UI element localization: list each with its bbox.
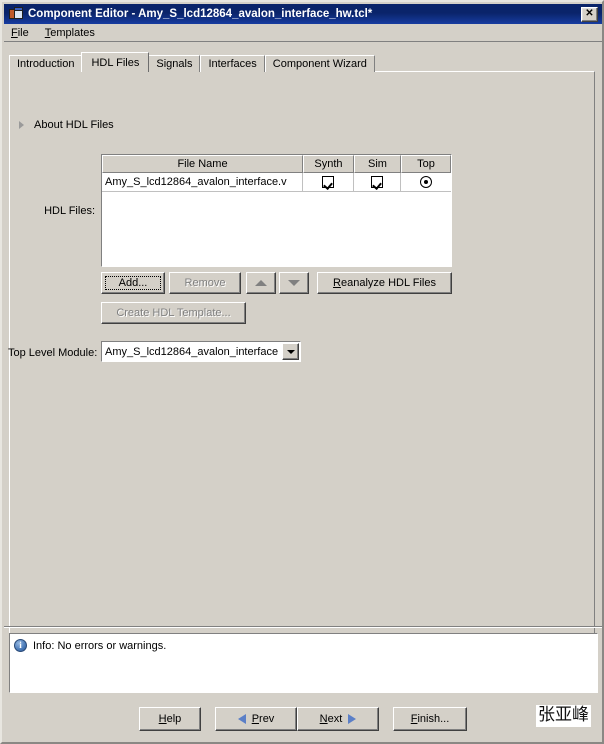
prev-rest: rev xyxy=(259,713,275,725)
tab-introduction-label: Introduction xyxy=(17,58,75,70)
table-row[interactable]: Amy_S_lcd12864_avalon_interface.v xyxy=(102,173,451,192)
tab-interfaces[interactable]: Interfaces xyxy=(200,55,265,72)
tab-signals-label: Signals xyxy=(156,58,193,70)
cell-synth[interactable] xyxy=(303,173,354,192)
tab-hdl-files-label: HDL Files xyxy=(91,56,140,69)
hdl-files-label: HDL Files: xyxy=(44,205,95,217)
console-message-row: i Info: No errors or warnings. xyxy=(14,639,593,652)
triangle-right-icon xyxy=(19,121,24,129)
arrow-left-icon xyxy=(237,714,246,724)
prev-button[interactable]: Prev xyxy=(215,707,297,731)
menu-item-templates[interactable]: Templates xyxy=(45,27,95,39)
column-header-synth[interactable]: Synth xyxy=(303,155,354,173)
create-hdl-template-button[interactable]: Create HDL Template... xyxy=(101,302,246,324)
menu-file-rest: ile xyxy=(17,26,29,39)
hdl-files-table[interactable]: File Name Synth Sim Top Amy_S_lcd12864_a… xyxy=(101,154,452,267)
tab-interfaces-label: Interfaces xyxy=(208,58,257,70)
column-header-top[interactable]: Top xyxy=(401,155,451,173)
close-icon[interactable]: ✕ xyxy=(581,6,598,22)
create-hdl-template-label: Create HDL Template... xyxy=(116,307,231,319)
tab-component-wizard[interactable]: Component Wizard xyxy=(264,55,375,72)
cell-top[interactable] xyxy=(401,173,451,192)
divider xyxy=(4,626,602,628)
cell-sim[interactable] xyxy=(354,173,401,192)
finish-button[interactable]: Finish... xyxy=(393,707,467,731)
move-down-button[interactable] xyxy=(279,272,309,294)
menu-templates-rest: emplates xyxy=(50,26,95,39)
table-header-row: File Name Synth Sim Top xyxy=(102,155,451,173)
focus-ring xyxy=(105,276,161,290)
component-editor-icon xyxy=(9,7,23,21)
top-level-module-value: Amy_S_lcd12864_avalon_interface xyxy=(105,345,279,358)
prev-mnemonic: P xyxy=(251,713,260,725)
reanalyze-rest: eanalyze HDL Files xyxy=(340,277,436,289)
move-up-button[interactable] xyxy=(246,272,276,294)
cell-file-name[interactable]: Amy_S_lcd12864_avalon_interface.v xyxy=(102,173,303,192)
finish-rest: inish... xyxy=(417,713,450,725)
remove-button-label: Remove xyxy=(184,277,226,289)
sim-checkbox[interactable] xyxy=(371,176,383,188)
top-level-module-select[interactable]: Amy_S_lcd12864_avalon_interface xyxy=(101,341,301,362)
menu-item-file[interactable]: File xyxy=(11,27,29,39)
triangle-down-icon xyxy=(288,280,300,286)
next-mnemonic: N xyxy=(319,713,328,725)
reanalyze-mnemonic: R xyxy=(333,277,341,289)
tab-hdl-files[interactable]: HDL Files xyxy=(81,52,150,72)
tab-component-wizard-label: Component Wizard xyxy=(272,58,367,70)
next-rest: ext xyxy=(327,713,343,725)
console-message-text: Info: No errors or warnings. xyxy=(33,639,167,652)
tab-signals[interactable]: Signals xyxy=(148,55,201,72)
help-button[interactable]: Help xyxy=(139,707,201,731)
triangle-up-icon xyxy=(255,280,267,286)
tab-strip: Introduction HDL Files Signals Interface… xyxy=(9,52,595,72)
menu-bar: File Templates xyxy=(4,24,602,42)
component-editor-window: Component Editor - Amy_S_lcd12864_avalon… xyxy=(0,0,604,744)
menu-file-mnemonic: F xyxy=(11,26,18,39)
add-button[interactable]: Add... xyxy=(101,272,165,294)
about-hdl-files-expander[interactable]: About HDL Files xyxy=(16,119,114,131)
info-icon: i xyxy=(14,639,27,652)
about-hdl-files-label: About HDL Files xyxy=(34,119,114,131)
top-level-module-label: Top Level Module: xyxy=(8,347,98,359)
reanalyze-hdl-files-button[interactable]: Reanalyze HDL Files xyxy=(317,272,452,294)
help-rest: elp xyxy=(166,713,182,725)
tab-introduction[interactable]: Introduction xyxy=(9,55,83,72)
remove-button[interactable]: Remove xyxy=(169,272,241,294)
window-body: Introduction HDL Files Signals Interface… xyxy=(4,43,602,703)
top-radio[interactable] xyxy=(420,176,432,188)
column-header-file-name[interactable]: File Name xyxy=(102,155,303,173)
column-header-sim[interactable]: Sim xyxy=(354,155,401,173)
window-title: Component Editor - Amy_S_lcd12864_avalon… xyxy=(28,8,373,20)
help-mnemonic: H xyxy=(158,713,167,725)
watermark: 张亚峰 xyxy=(536,705,591,727)
footer-bar: Help Prev Next Finish... xyxy=(4,699,602,742)
next-button[interactable]: Next xyxy=(297,707,379,731)
synth-checkbox[interactable] xyxy=(322,176,334,188)
chevron-down-icon[interactable] xyxy=(282,343,299,360)
arrow-right-icon xyxy=(348,714,357,724)
title-bar: Component Editor - Amy_S_lcd12864_avalon… xyxy=(4,4,602,24)
message-console[interactable]: i Info: No errors or warnings. xyxy=(9,633,598,693)
